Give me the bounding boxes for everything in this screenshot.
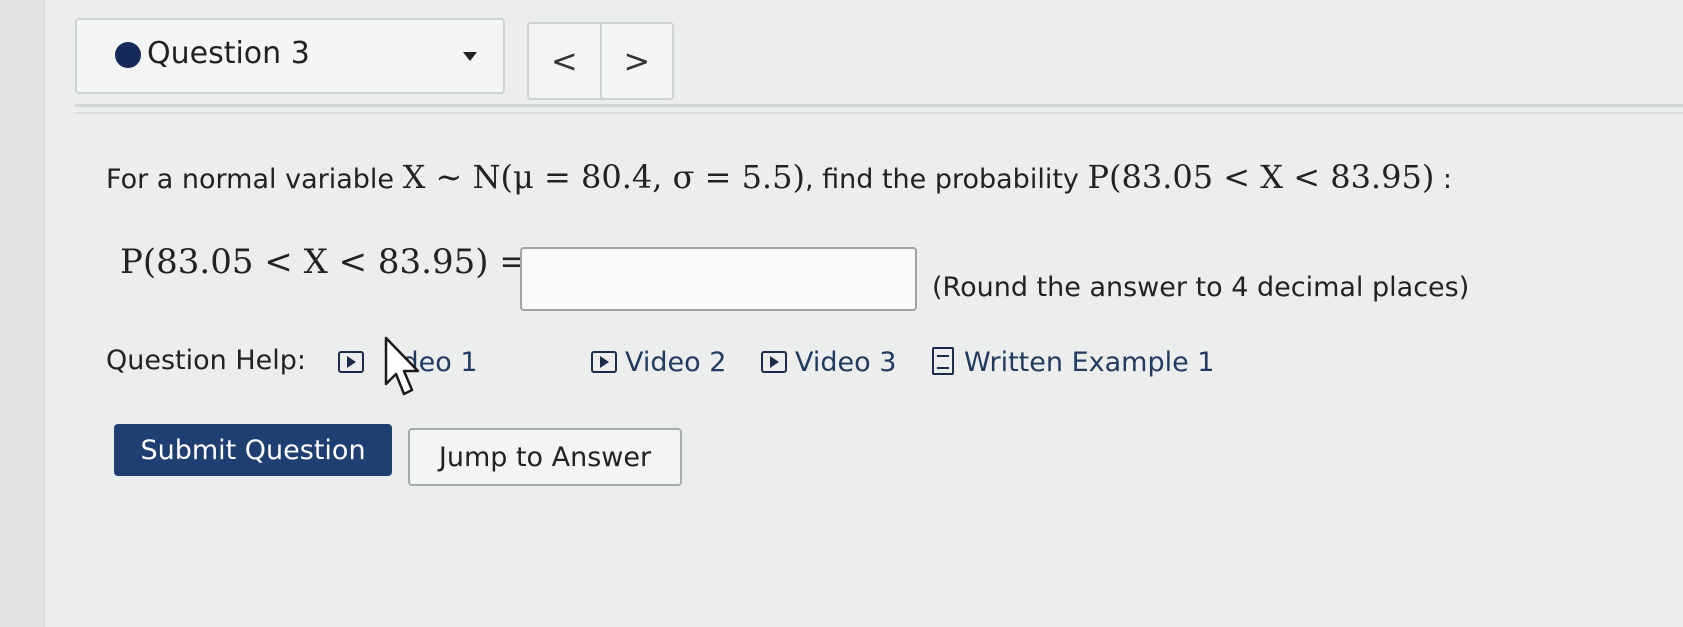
caret-down-icon[interactable] — [463, 52, 477, 61]
status-dot-icon — [115, 42, 141, 68]
question-help-label: Question Help: — [106, 345, 306, 376]
submit-question-button[interactable]: Submit Question — [114, 424, 392, 476]
help-video-3-label: Video 3 — [795, 347, 897, 378]
video-icon — [761, 351, 787, 373]
answer-expression: P(83.05 < X < 83.95) = — [120, 242, 528, 282]
answer-input[interactable] — [520, 247, 917, 311]
distribution-expression: X ∼ N(μ = 80.4, σ = 5.5) — [402, 158, 805, 196]
divider — [75, 112, 1683, 114]
help-video-2-link[interactable]: Video 2 — [591, 347, 726, 378]
next-question-button[interactable]: > — [599, 24, 673, 98]
prev-question-button[interactable]: < — [529, 24, 600, 98]
video-icon — [338, 351, 364, 373]
help-written-example-label: Written Example 1 — [964, 347, 1215, 378]
document-icon — [932, 347, 954, 375]
rounding-note: (Round the answer to 4 decimal places) — [932, 272, 1470, 303]
question-nav: < > — [527, 22, 674, 100]
video-icon — [591, 351, 617, 373]
question-selector[interactable]: Question 3 — [75, 18, 505, 94]
question-title: Question 3 — [147, 36, 310, 71]
question-text: For a normal variable X ∼ N(μ = 80.4, σ … — [106, 158, 1452, 196]
left-gutter — [0, 0, 45, 627]
probability-expression: P(83.05 < X < 83.95) — [1087, 158, 1435, 196]
question-intro: For a normal variable — [106, 164, 403, 195]
help-video-2-label: Video 2 — [625, 347, 727, 378]
jump-to-answer-button[interactable]: Jump to Answer — [408, 428, 682, 486]
mouse-cursor-icon — [384, 336, 420, 396]
question-end: : — [1434, 164, 1452, 195]
help-video-3-link[interactable]: Video 3 — [761, 347, 896, 378]
question-mid: , find the probability — [804, 164, 1088, 195]
help-written-example-link[interactable]: Written Example 1 — [932, 347, 1214, 378]
answer-lhs: P(83.05 < X < 83.95) = — [120, 242, 528, 282]
divider — [75, 104, 1683, 107]
